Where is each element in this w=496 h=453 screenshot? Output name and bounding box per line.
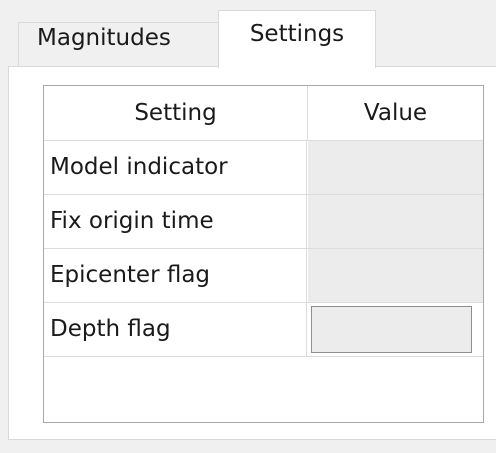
- table-row-model-indicator[interactable]: Model indicator: [44, 141, 483, 195]
- value-cell-depth-flag-editor[interactable]: [311, 306, 472, 353]
- settings-tab-pane: Setting Value Model indicator Fix origin…: [8, 66, 496, 440]
- tab-settings-label: Settings: [249, 21, 345, 47]
- tab-settings[interactable]: Settings: [218, 10, 376, 68]
- value-cell-epicenter-flag[interactable]: [308, 249, 483, 302]
- value-cell-model-indicator[interactable]: [308, 141, 483, 194]
- row-label: Depth flag: [44, 303, 307, 356]
- table-row-epicenter-flag[interactable]: Epicenter flag: [44, 249, 483, 303]
- table-row-depth-flag[interactable]: Depth flag: [44, 303, 483, 357]
- tab-magnitudes[interactable]: Magnitudes: [18, 22, 224, 67]
- settings-table: Setting Value Model indicator Fix origin…: [43, 85, 484, 423]
- column-header-value[interactable]: Value: [308, 86, 483, 140]
- tab-bar: Magnitudes Settings: [0, 0, 496, 68]
- row-label: Fix origin time: [44, 195, 307, 248]
- table-row-fix-origin-time[interactable]: Fix origin time: [44, 195, 483, 249]
- value-cell-fix-origin-time[interactable]: [308, 195, 483, 248]
- column-header-setting[interactable]: Setting: [44, 86, 308, 140]
- tab-magnitudes-label: Magnitudes: [37, 25, 171, 51]
- row-label: Epicenter flag: [44, 249, 307, 302]
- row-label: Model indicator: [44, 141, 307, 194]
- table-header: Setting Value: [44, 86, 483, 141]
